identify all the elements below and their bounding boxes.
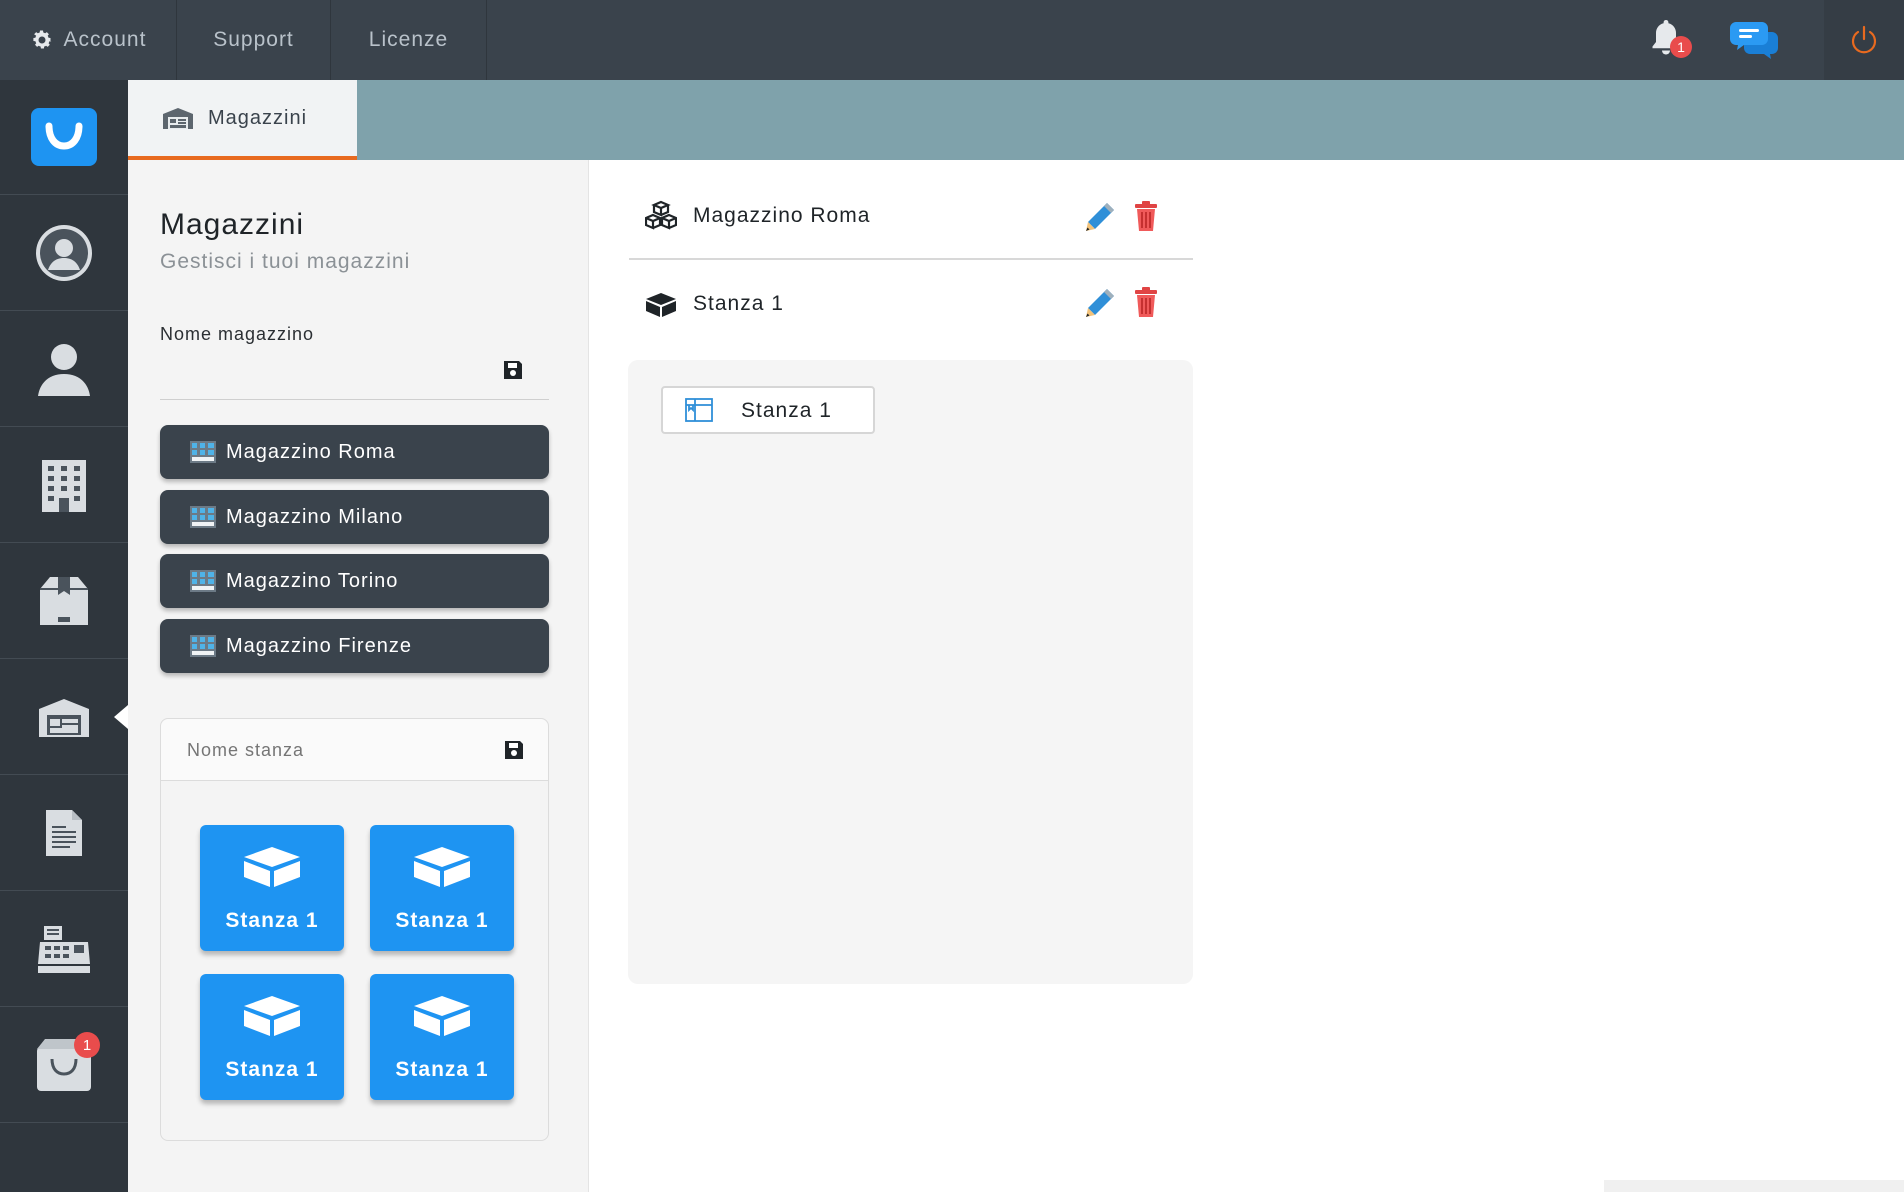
room-card-header	[161, 719, 548, 781]
logout-button[interactable]	[1824, 0, 1904, 80]
gear-icon	[32, 30, 51, 49]
pencil-icon	[1086, 289, 1114, 317]
warehouse-button-label: Magazzino Roma	[226, 440, 396, 463]
cart-badge: 1	[74, 1032, 100, 1058]
save-room-button[interactable]	[504, 740, 524, 765]
delete-room-button[interactable]	[1134, 286, 1158, 323]
notification-badge: 1	[1670, 36, 1692, 58]
selected-warehouse-name: Magazzino Roma	[693, 204, 871, 227]
warehouse-panel: Magazzini Gestisci i tuoi magazzini Nome…	[128, 160, 589, 1192]
room-card: Stanza 1 Stanza 1 Stanza 1 Stanza 1	[160, 718, 549, 1141]
account-label: Account	[63, 28, 147, 51]
cube-icon	[414, 996, 470, 1036]
notifications-button[interactable]: 1	[1648, 18, 1692, 63]
tab-strip: Magazzini	[128, 80, 1904, 160]
horizontal-scrollbar[interactable]	[1604, 1180, 1904, 1192]
shopping-bag-logo-icon	[31, 108, 97, 166]
sidebar-item-cart[interactable]: 1	[0, 1008, 128, 1123]
selected-room-row: Stanza 1	[629, 262, 1193, 350]
warehouse-icon	[39, 699, 89, 737]
stacked-boxes-icon	[645, 200, 677, 230]
user-circle-icon	[36, 225, 92, 281]
person-icon	[38, 344, 90, 396]
shelves-icon	[190, 570, 216, 592]
shelves-icon	[190, 506, 216, 528]
edit-warehouse-button[interactable]	[1083, 200, 1117, 239]
room-tile-label: Stanza 1	[395, 1058, 489, 1081]
support-menu[interactable]: Support	[177, 0, 331, 80]
edit-room-button[interactable]	[1083, 286, 1117, 325]
trash-icon	[1135, 287, 1157, 317]
room-tile[interactable]: Stanza 1	[370, 825, 514, 951]
room-tile-label: Stanza 1	[225, 909, 319, 932]
support-label: Support	[213, 28, 294, 51]
room-chip[interactable]: Stanza 1	[661, 386, 875, 434]
sidebar-item-profile[interactable]	[0, 196, 128, 311]
shelves-icon	[190, 635, 216, 657]
warehouse-name-input[interactable]	[160, 356, 549, 400]
licenze-label: Licenze	[368, 28, 449, 51]
room-name-input[interactable]	[187, 733, 487, 767]
shelves-icon	[190, 441, 216, 463]
cash-register-icon	[38, 926, 90, 973]
cube-icon	[244, 847, 300, 887]
warehouse-button-label: Magazzino Torino	[226, 569, 399, 592]
sidebar-item-cash-register[interactable]	[0, 892, 128, 1007]
sidebar-item-products[interactable]	[0, 544, 128, 659]
tab-label: Magazzini	[208, 106, 308, 129]
power-icon	[1851, 25, 1877, 54]
floppy-disk-icon	[505, 741, 523, 759]
room-chip-label: Stanza 1	[741, 399, 832, 422]
account-menu[interactable]: Account	[0, 0, 177, 80]
sidebar-item-customers[interactable]	[0, 312, 128, 427]
room-tile-label: Stanza 1	[225, 1058, 319, 1081]
selected-room-name: Stanza 1	[693, 292, 784, 315]
sidebar: 1	[0, 80, 128, 1192]
sidebar-item-warehouses[interactable]	[0, 660, 128, 775]
page-title: Magazzini	[160, 208, 305, 241]
warehouse-button-torino[interactable]: Magazzino Torino	[160, 554, 549, 608]
chat-button[interactable]	[1730, 20, 1780, 65]
pencil-icon	[1086, 203, 1114, 231]
document-icon	[46, 810, 82, 856]
selected-warehouse-row: Magazzino Roma	[629, 172, 1193, 260]
floppy-disk-icon	[504, 361, 522, 379]
top-bar: Account Support Licenze 1	[0, 0, 1904, 80]
open-box-icon	[685, 398, 713, 422]
save-warehouse-button[interactable]	[503, 360, 523, 385]
sidebar-item-home[interactable]	[0, 80, 128, 195]
sidebar-item-documents[interactable]	[0, 776, 128, 891]
warehouse-button-roma[interactable]: Magazzino Roma	[160, 425, 549, 479]
warehouse-name-label: Nome magazzino	[160, 324, 315, 344]
licenze-menu[interactable]: Licenze	[331, 0, 487, 80]
room-tile-label: Stanza 1	[395, 909, 489, 932]
chat-bubbles-icon	[1730, 22, 1778, 59]
room-tile[interactable]: Stanza 1	[200, 974, 344, 1100]
warehouse-icon	[163, 108, 193, 129]
delete-warehouse-button[interactable]	[1134, 200, 1158, 237]
warehouse-button-label: Magazzino Milano	[226, 505, 404, 528]
room-content-area: Stanza 1	[628, 360, 1193, 984]
box-icon	[40, 577, 88, 625]
warehouse-button-milano[interactable]: Magazzino Milano	[160, 490, 549, 544]
tab-magazzini[interactable]: Magazzini	[128, 80, 357, 160]
cube-icon	[646, 293, 676, 317]
warehouse-button-firenze[interactable]: Magazzino Firenze	[160, 619, 549, 673]
page-subtitle: Gestisci i tuoi magazzini	[160, 250, 411, 273]
cube-icon	[244, 996, 300, 1036]
room-tile[interactable]: Stanza 1	[200, 825, 344, 951]
building-icon	[42, 460, 86, 512]
sidebar-item-buildings[interactable]	[0, 428, 128, 543]
room-tile[interactable]: Stanza 1	[370, 974, 514, 1100]
warehouse-button-label: Magazzino Firenze	[226, 634, 412, 657]
trash-icon	[1135, 201, 1157, 231]
cube-icon	[414, 847, 470, 887]
